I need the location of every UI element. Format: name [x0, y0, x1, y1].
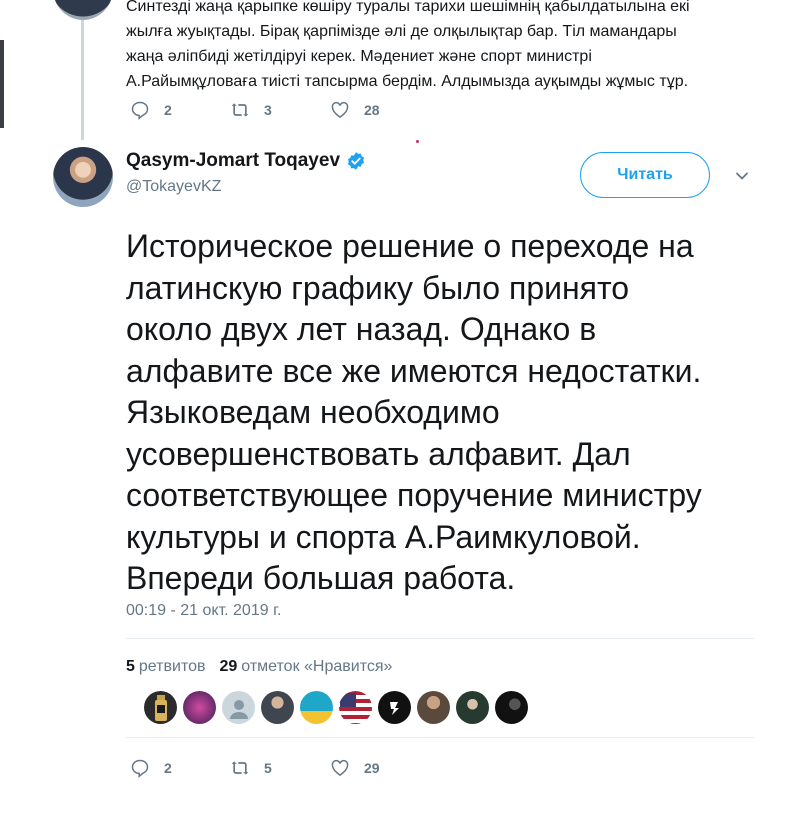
author-name[interactable]: Qasym-Jomart Toqayev: [126, 150, 340, 172]
heart-icon: [331, 101, 349, 118]
chevron-down-icon[interactable]: [734, 168, 750, 184]
tweet-timestamp[interactable]: 00:19 - 21 окт. 2019 г.: [126, 602, 281, 620]
likes-stat-count: 29: [219, 658, 238, 675]
like-button[interactable]: 28: [330, 100, 430, 120]
like-button[interactable]: 29: [330, 758, 430, 778]
liker-avatar[interactable]: [456, 691, 489, 724]
liker-avatars: [144, 691, 528, 724]
author-avatar[interactable]: [53, 147, 113, 207]
liker-avatar[interactable]: [339, 691, 372, 724]
flag-canton: [339, 692, 356, 707]
author-name-row[interactable]: Qasym-Jomart Toqayev: [126, 150, 366, 172]
retweet-count: 5: [264, 760, 272, 776]
previous-tweet-actions: 2 3 28: [130, 100, 430, 120]
liker-avatar[interactable]: [144, 691, 177, 724]
likes-stat-label: отметок «Нравится»: [241, 658, 393, 675]
tweet-text: Историческое решение о переходе на латин…: [126, 228, 702, 596]
liker-avatar[interactable]: [261, 691, 294, 724]
heart-icon: [331, 759, 349, 776]
reply-button[interactable]: 2: [130, 100, 230, 120]
follow-button[interactable]: Читать: [580, 152, 710, 198]
retweets-stat-count: 5: [126, 658, 135, 675]
divider: [126, 638, 754, 639]
previous-author-avatar[interactable]: [53, 0, 113, 20]
tweet-thread-page: Синтезді жаңа қарыпке көшіру туралы тари…: [0, 0, 801, 823]
retweet-icon: [231, 103, 249, 117]
liker-avatar[interactable]: [378, 691, 411, 724]
window-edge: [0, 40, 4, 128]
perfume-bottle-icon: [154, 694, 167, 721]
divider: [126, 737, 754, 738]
retweet-count: 3: [264, 102, 272, 118]
reply-button[interactable]: 2: [130, 758, 230, 778]
liker-avatar[interactable]: [183, 691, 216, 724]
reply-icon: [131, 759, 149, 778]
reply-icon: [131, 101, 149, 120]
liker-avatar[interactable]: [417, 691, 450, 724]
verified-badge-icon: [348, 152, 365, 170]
like-count: 29: [364, 760, 380, 776]
retweet-icon: [231, 761, 249, 775]
retweet-button[interactable]: 5: [230, 758, 330, 778]
retweets-stat[interactable]: 5 ретвитов: [126, 658, 205, 676]
likes-stat[interactable]: 29 отметок «Нравится»: [219, 658, 392, 676]
like-count: 28: [364, 102, 380, 118]
retweet-button[interactable]: 3: [230, 100, 330, 120]
default-user-icon: [229, 699, 248, 719]
author-block: Qasym-Jomart Toqayev @TokayevKZ: [126, 150, 366, 196]
previous-tweet-text: Синтезді жаңа қарыпке көшіру туралы тари…: [126, 0, 690, 90]
tweet-actions: 2 5 29: [130, 758, 430, 778]
liker-avatar[interactable]: [300, 691, 333, 724]
tweet-stats: 5 ретвитов 29 отметок «Нравится»: [126, 658, 392, 676]
author-handle[interactable]: @TokayevKZ: [126, 178, 366, 196]
logo-icon: [389, 701, 399, 715]
liker-avatar[interactable]: [222, 691, 255, 724]
notification-dot: [416, 140, 419, 143]
liker-avatar[interactable]: [495, 691, 528, 724]
reply-count: 2: [164, 102, 172, 118]
retweets-stat-label: ретвитов: [138, 658, 206, 675]
thread-connector-line: [81, 0, 84, 140]
reply-count: 2: [164, 760, 172, 776]
